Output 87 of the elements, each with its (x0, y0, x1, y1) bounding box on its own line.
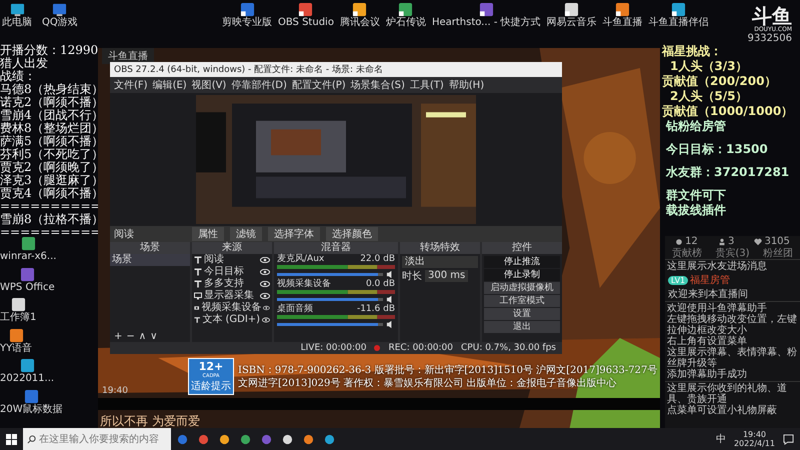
app-icon[interactable] (352, 2, 368, 17)
app-icon[interactable] (298, 2, 314, 17)
person-icon (718, 238, 726, 246)
stat-count: 3 (728, 236, 734, 247)
notification-icon[interactable] (783, 434, 794, 444)
overlay-text: 雪崩4（团战不行） (0, 109, 104, 122)
logo-text: 斗鱼 (752, 6, 792, 26)
app-icon[interactable] (20, 236, 36, 251)
room-number: 9332506 (747, 33, 793, 44)
taskbar-time: 19:40 (742, 430, 766, 439)
icon-label[interactable]: winrar-x6... (0, 252, 56, 262)
note-text: 钻粉给房管 (664, 119, 727, 134)
chat-message: 这里展示弹幕、表情弹幕、粉丝牌升级等 (666, 347, 798, 369)
app-icon[interactable] (10, 297, 26, 312)
chat-tab[interactable]: 贵宾(3) (715, 248, 750, 259)
overlay-text: 萨满5（啊须不播） (0, 135, 104, 148)
icon-label[interactable]: 斗鱼直播 (602, 18, 643, 28)
app-icon[interactable] (615, 2, 630, 17)
note-text: 水友群：372017281 (664, 165, 790, 180)
chat-message: 欢迎使用斗鱼弹幕助手 (666, 303, 768, 314)
challenge-text: 贡献值（1000/1000） (662, 104, 794, 119)
icon-label[interactable]: 斗鱼直播伴侣 (648, 18, 709, 28)
chat-message: 欢迎来到本直播间 (668, 289, 748, 300)
stat-count: 12 (685, 236, 698, 247)
icon-label[interactable]: 20W鼠标数据 (0, 404, 63, 415)
app-icon[interactable] (564, 2, 580, 17)
taskbar-app-icon[interactable] (324, 434, 335, 444)
icon-label[interactable]: 剪映专业版 (222, 18, 272, 28)
icon-label[interactable]: WPS Office (0, 282, 55, 293)
chat-tab[interactable]: 粉丝团 (763, 248, 794, 259)
icon-label[interactable]: 工作簿1 (0, 313, 36, 324)
gift-notice: 点菜单可设置小礼物屏蔽 (666, 405, 778, 416)
overlay-text: 贾克4（啊须不播） (0, 187, 104, 200)
app-icon[interactable] (478, 2, 494, 17)
chat-tab[interactable]: 贡献榜 (672, 248, 702, 259)
icon-label[interactable]: OBS Studio (278, 18, 334, 28)
app-icon[interactable] (8, 328, 24, 342)
chat-message: 添加弹幕助手成功 (666, 369, 748, 380)
icon-label[interactable]: 此电脑 (2, 18, 32, 28)
heart-icon (754, 238, 762, 246)
app-icon[interactable] (20, 358, 35, 373)
overlay-text: 贾克2（啊须晚了） (0, 161, 104, 174)
app-icon[interactable] (240, 2, 254, 17)
overlay-text: 雪崩8（拉格不播） (0, 213, 104, 226)
note-text: 今日目标：13500 (665, 142, 769, 157)
overlay-text: 芬利5（不死吃了） (0, 148, 104, 161)
overlay-text: 战绩： (0, 70, 37, 83)
overlay-text: ========== (0, 226, 102, 239)
app-icon[interactable] (671, 2, 686, 17)
level-badge: LV1 (668, 276, 688, 284)
taskbar-app-icon[interactable] (282, 434, 293, 444)
icon-label[interactable]: 网易云音乐 (546, 18, 597, 28)
icon-label[interactable]: Hearthsto... - 快捷方式 (432, 18, 541, 28)
challenge-text: 贡献值（200/200） (662, 74, 778, 89)
overlay-text: ========== (0, 200, 102, 213)
overlay-text: 猎人出发 (0, 57, 49, 70)
gift-notice: 这里展示你收到的礼物、道具、贵族开通 (666, 383, 788, 405)
challenge-text: 1人头（3/3） (669, 59, 748, 74)
icon-label[interactable]: 腾讯会议 (340, 18, 380, 28)
chat-message: 左键拖拽移动改变位置，左键拉伸边框改变大小 (666, 314, 798, 336)
icon-label[interactable]: 炉石传说 (386, 18, 426, 28)
app-icon[interactable] (398, 2, 414, 17)
icon-label[interactable]: YY语音 (0, 344, 32, 354)
chat-message: 右上角有设置菜单 (666, 336, 747, 347)
overlay-text: 开播分数：12990 (0, 44, 100, 57)
taskbar-date: 2022/4/11 (734, 439, 775, 448)
overlay-text: 泽克3（腿逛麻了） (0, 174, 104, 187)
taskbar-app-icon[interactable] (303, 434, 314, 444)
stat-count: 3105 (764, 236, 790, 247)
chat-message: 这里展示水友进场消息 (666, 261, 768, 272)
taskbar-app-icon[interactable] (240, 434, 251, 444)
note-text: 载拔线插件 (665, 203, 727, 218)
challenge-text: 福星挑战： (662, 44, 723, 59)
app-icon[interactable] (52, 2, 68, 17)
overlay-text: 诺克2（啊须不播） (0, 96, 104, 109)
search-icon (27, 434, 36, 444)
taskbar-app-icon[interactable] (219, 434, 230, 444)
input-method-indicator[interactable]: 中 (716, 432, 726, 446)
user-name[interactable]: 福星房管 (690, 273, 730, 287)
icon-label[interactable]: 2022011... (0, 374, 54, 384)
overlay-text: 费林8（整场烂团） (0, 122, 104, 135)
app-icon[interactable] (10, 2, 24, 17)
challenge-text: 2人头（5/5） (669, 89, 748, 104)
windows-start-icon[interactable] (6, 434, 17, 444)
overlay-text: 马德8（热身结束） (0, 83, 104, 96)
icon-label[interactable]: QQ游戏 (42, 18, 78, 28)
note-text: 群文件可下 (665, 188, 727, 203)
